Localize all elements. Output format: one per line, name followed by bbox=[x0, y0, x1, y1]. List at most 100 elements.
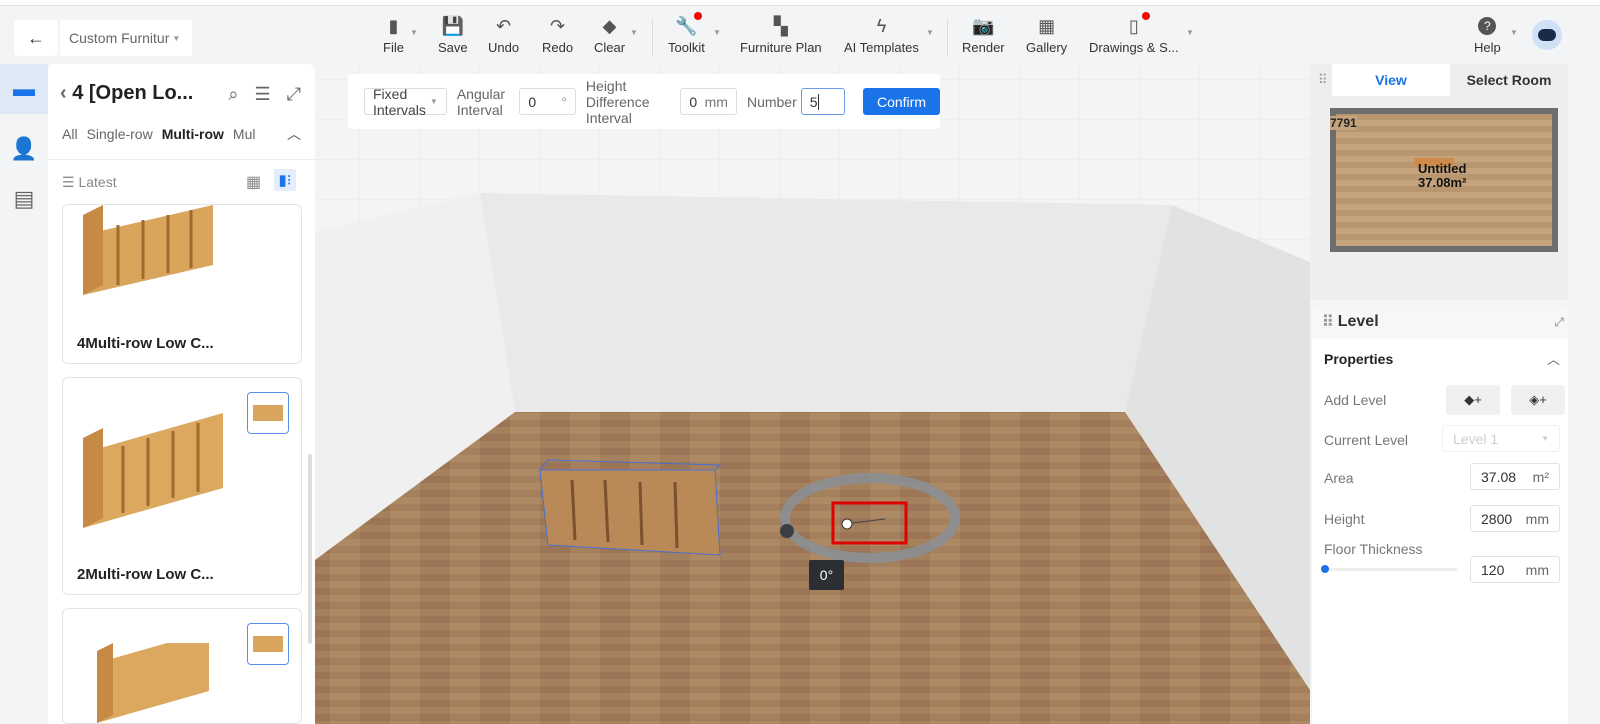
tool-label: Render bbox=[962, 40, 1005, 55]
height-label: Height bbox=[1324, 511, 1365, 527]
filter-multi-row[interactable]: Multi-row bbox=[162, 126, 224, 142]
grid-view-icon[interactable]: ▦ bbox=[246, 172, 261, 192]
number-input[interactable]: 5 bbox=[800, 88, 845, 115]
panel-scrollbar[interactable] bbox=[308, 454, 312, 644]
value: 5 bbox=[809, 93, 818, 110]
filter-all[interactable]: All bbox=[62, 126, 78, 142]
drawings-button[interactable]: ▯ Drawings & S... bbox=[1089, 12, 1179, 55]
floor-thickness-slider[interactable] bbox=[1321, 565, 1457, 573]
undo-icon: ↶ bbox=[495, 15, 512, 36]
floor-plan[interactable]: 7791 Untitled 37.08m² bbox=[1330, 108, 1558, 252]
unit: ° bbox=[561, 93, 567, 110]
area-field[interactable]: 37.08 m² bbox=[1470, 463, 1560, 490]
search-icon[interactable]: ⌕ bbox=[228, 84, 238, 105]
project-name-dropdown[interactable]: Custom Furnitur ▼ bbox=[60, 20, 192, 56]
clear-button[interactable]: ◆ Clear bbox=[594, 16, 626, 56]
section-title: Properties bbox=[1324, 351, 1394, 367]
image-icon: ▦ bbox=[1038, 15, 1056, 36]
drag-handle-icon[interactable]: ⠿ bbox=[1318, 72, 1328, 88]
expand-icon[interactable]: ⤢ bbox=[287, 84, 301, 105]
toolkit-button[interactable]: 🔧 Toolkit bbox=[668, 12, 705, 55]
catalog-back[interactable]: ‹ 4 [Open Lo... bbox=[60, 82, 193, 105]
room-scene[interactable] bbox=[315, 64, 1310, 724]
tab-view[interactable]: View bbox=[1332, 64, 1450, 96]
redo-button[interactable]: ↷ Redo bbox=[542, 16, 574, 56]
file-icon: ▮ bbox=[388, 15, 399, 36]
project-name: Custom Furnitur bbox=[69, 30, 170, 46]
drag-handle-icon[interactable]: ⠿ bbox=[1322, 312, 1334, 332]
unit: m² bbox=[1532, 468, 1549, 485]
user-tab[interactable]: 👤 bbox=[0, 124, 48, 174]
file-button[interactable]: ▮ File bbox=[383, 15, 404, 56]
tool-label: Gallery bbox=[1026, 40, 1068, 55]
sort-button[interactable]: ☰ Latest bbox=[62, 174, 117, 191]
filter-more[interactable]: Mul bbox=[233, 126, 256, 142]
tool-label: Clear bbox=[594, 40, 626, 55]
lightning-icon: ϟ bbox=[876, 15, 887, 36]
slider-thumb[interactable] bbox=[1321, 565, 1329, 573]
value: Level 1 bbox=[1453, 430, 1499, 447]
list-filter-icon[interactable]: ☰ bbox=[254, 84, 270, 105]
variant-thumbnail[interactable] bbox=[247, 392, 289, 434]
tab-select-room[interactable]: Select Room bbox=[1450, 64, 1568, 96]
rotation-pivot bbox=[841, 518, 853, 530]
filter-tabs: All Single-row Multi-row Mul bbox=[62, 126, 255, 142]
item-name: 4Multi-row Low C... bbox=[77, 335, 214, 352]
gallery-button[interactable]: ▦ Gallery bbox=[1026, 15, 1068, 56]
floor-thickness-field[interactable]: 120 mm bbox=[1470, 556, 1560, 583]
list-item[interactable]: 4Multi-row Low C... bbox=[62, 204, 302, 364]
tool-label: Save bbox=[438, 40, 468, 55]
save-icon: 💾 bbox=[441, 15, 465, 36]
furniture-catalog-tab[interactable]: ▬ bbox=[0, 64, 48, 114]
notification-dot bbox=[1141, 12, 1150, 20]
cabinet-tab[interactable]: ▤ bbox=[0, 174, 48, 224]
camera-icon: 📷 bbox=[972, 15, 995, 36]
render-button[interactable]: 📷 Render bbox=[962, 15, 1005, 56]
product-image bbox=[83, 413, 223, 528]
room-area: 37.08m² bbox=[1418, 175, 1467, 190]
panel-title: Level bbox=[1337, 313, 1379, 330]
unit: mm bbox=[1525, 510, 1549, 527]
save-button[interactable]: 💾 Save bbox=[438, 15, 468, 56]
help-icon: ? bbox=[1477, 16, 1497, 36]
list-item[interactable] bbox=[62, 608, 302, 724]
list-item[interactable]: 2Multi-row Low C... bbox=[62, 377, 302, 595]
tool-label: Undo bbox=[488, 40, 520, 55]
tool-label: AI Templates bbox=[844, 40, 919, 55]
tool-label: Help bbox=[1474, 40, 1501, 55]
undo-button[interactable]: ↶ Undo bbox=[488, 15, 520, 56]
divider bbox=[947, 18, 948, 56]
product-image bbox=[97, 643, 209, 723]
angular-interval-input[interactable]: 0 ° bbox=[519, 88, 576, 115]
floor-thickness-label: Floor Thickness bbox=[1324, 541, 1423, 557]
add-level-label: Add Level bbox=[1324, 392, 1387, 408]
collapse-chevron-icon[interactable]: ︿ bbox=[1547, 349, 1560, 368]
sort-row: ☰ Latest ▦ ▮⁝ bbox=[48, 159, 315, 199]
back-button[interactable]: ← bbox=[14, 20, 58, 56]
wrench-icon: 🔧 bbox=[675, 12, 703, 36]
help-button[interactable]: ? Help bbox=[1474, 16, 1501, 55]
ai-templates-button[interactable]: ϟ AI Templates bbox=[844, 15, 919, 56]
tool-label: Redo bbox=[542, 40, 574, 55]
sort-label: Latest bbox=[78, 174, 117, 190]
add-level-below-button[interactable]: ◈+ bbox=[1511, 385, 1565, 415]
confirm-button[interactable]: Confirm bbox=[862, 88, 940, 115]
tool-label: Drawings & S... bbox=[1089, 40, 1179, 55]
value: 120 bbox=[1481, 561, 1505, 578]
collapse-chevron-icon[interactable]: ︿ bbox=[287, 124, 301, 144]
expand-icon[interactable]: ⤢ bbox=[1554, 315, 1564, 330]
room-name: Untitled bbox=[1418, 161, 1467, 176]
variant-thumbnail[interactable] bbox=[247, 623, 289, 665]
assistant-avatar[interactable] bbox=[1532, 20, 1562, 50]
list-view-icon[interactable]: ▮⁝ bbox=[274, 169, 296, 191]
furniture-plan-button[interactable]: ▚ Furniture Plan bbox=[740, 16, 822, 56]
height-field[interactable]: 2800 mm bbox=[1470, 505, 1560, 532]
interval-mode-dropdown[interactable]: Fixed Intervals ▼ bbox=[364, 86, 447, 118]
top-toolbar: ← Custom Furnitur ▼ ▮ File ▼ 💾 Save ↶ Undo ↷… bbox=[0, 6, 1600, 62]
tool-label: File bbox=[383, 40, 404, 55]
filter-single-row[interactable]: Single-row bbox=[87, 126, 153, 142]
current-level-select[interactable]: Level 1 ▼ bbox=[1442, 425, 1560, 452]
height-interval-input[interactable]: 0 mm bbox=[680, 88, 737, 115]
add-level-above-button[interactable]: ◆+ bbox=[1446, 385, 1500, 415]
3d-viewport[interactable]: 0° bbox=[315, 64, 1310, 724]
